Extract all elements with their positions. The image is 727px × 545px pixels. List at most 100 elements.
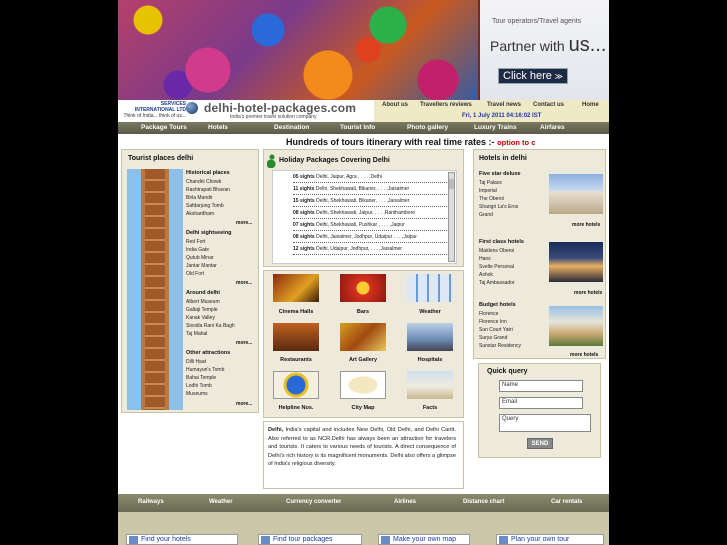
bars-icon[interactable] [340,274,386,302]
helpline-icon[interactable] [273,371,319,399]
menu-hotels[interactable]: Hotels [208,124,228,131]
hotel-link[interactable]: Florence [479,311,498,317]
bars-label[interactable]: Bars [333,309,393,315]
cinema-halls-label[interactable]: Cinema Halls [266,309,326,315]
place-link[interactable]: Qutub Minar [186,255,214,261]
name-field[interactable]: Name [499,380,583,392]
place-link[interactable]: Jantar Mantar [186,263,217,269]
bottom-weather[interactable]: Weather [209,499,233,505]
place-link[interactable]: Akshardham [186,211,214,217]
facts-icon[interactable] [407,371,453,399]
place-link[interactable]: Humayun's Tomb [186,367,224,373]
menu-package-tours[interactable]: Package Tours [141,124,187,131]
nav-about-us[interactable]: About us [382,102,408,108]
art-gallery-label[interactable]: Art Gallery [333,357,393,363]
place-link[interactable]: Old Fort [186,271,204,277]
nav-travel-news[interactable]: Travel news [487,102,521,108]
scrollbar-thumb[interactable] [449,179,454,189]
site-name[interactable]: delhi-hotel-packages.com [204,101,356,115]
weather-label[interactable]: Weather [400,309,460,315]
hospitals-label[interactable]: Hospitals [400,357,460,363]
hotel-link[interactable]: Imperial [479,188,497,194]
place-link[interactable]: Lodhi Tomb [186,383,212,389]
place-link[interactable]: Chandni Chowk [186,179,221,185]
more-hotels-link[interactable]: more hotels [570,352,598,358]
more-hotels-link[interactable]: more hotels [572,222,600,228]
holiday-row[interactable]: 12 sights Delhi, Udaipur, Jodhpur, . . .… [293,245,453,255]
place-link[interactable]: Sisodia Rani Ka Bagh [186,323,235,329]
place-link[interactable]: Rashtrapati Bhavan [186,187,230,193]
holiday-row[interactable]: 15 sights Delhi, Shekhawati, Bikaner, . … [293,197,453,207]
holiday-scrollbar[interactable] [448,172,455,262]
holiday-row[interactable]: 08 sights Delhi, Shekhawati, Jaipur, . .… [293,209,453,219]
hotel-link[interactable]: Svelte Personal [479,264,514,270]
menu-airfares[interactable]: Airfares [540,124,565,131]
more-link[interactable]: more... [236,340,252,346]
hotel-link[interactable]: Sunstar Residency [479,343,521,349]
place-link[interactable]: Birla Mandir [186,195,213,201]
place-link[interactable]: Kanak Valley [186,315,215,321]
hotel-link[interactable]: Maidens Oberoi [479,248,514,254]
hotel-link[interactable]: Surya Grand [479,335,507,341]
email-field[interactable]: Email [499,397,583,409]
bottom-currency[interactable]: Currency converter [286,499,341,505]
place-link[interactable]: Taj Mahal [186,331,207,337]
find-hotels-link[interactable]: Find your hotels [126,534,238,545]
city-map-label[interactable]: City Map [333,405,393,411]
hotel-link[interactable]: Hans [479,256,491,262]
more-link[interactable]: more... [236,280,252,286]
click-here-button[interactable]: Click here ≫ [498,68,568,84]
helpline-label[interactable]: Helpline Nos. [266,405,326,411]
hotel-link[interactable]: Sun Court Yatri [479,327,513,333]
send-button[interactable]: SEND [527,438,553,449]
five-star-hotel-photo[interactable] [549,174,603,214]
bottom-railways[interactable]: Railways [138,499,164,505]
query-field[interactable]: Query [499,414,591,432]
place-link[interactable]: Museums [186,391,208,397]
place-link[interactable]: India Gate [186,247,209,253]
marquee-ticker[interactable]: Hundreds of tours itinerary with real ti… [118,136,609,148]
more-link[interactable]: more... [236,401,252,407]
make-map-link[interactable]: Make your own map [378,534,470,545]
hotel-link[interactable]: Ashok [479,272,493,278]
hotel-link[interactable]: Taj Ambassador [479,280,515,286]
find-tours-link[interactable]: Find tour packages [258,534,362,545]
place-link[interactable]: Red Fort [186,239,205,245]
first-class-hotel-photo[interactable] [549,242,603,282]
menu-destination[interactable]: Destination [274,124,309,131]
hotel-link[interactable]: The Oberoi [479,196,504,202]
more-hotels-link[interactable]: more hotels [574,290,602,296]
hotel-link[interactable]: Shangri La's Eros [479,204,518,210]
place-link[interactable]: Galtaji Temple [186,307,218,313]
bottom-distance[interactable]: Distance chart [463,499,504,505]
hotel-link[interactable]: Grand [479,212,493,218]
menu-luxury-trains[interactable]: Luxury Trains [474,124,517,131]
nav-travellers-reviews[interactable]: Travellers reviews [420,102,472,108]
bottom-car-rentals[interactable]: Car rentals [551,499,582,505]
holiday-row[interactable]: 05 sights Delhi, Jaipur, Agra , . . . ,D… [293,173,453,183]
place-link[interactable]: Dilli Haat [186,359,206,365]
place-link[interactable]: Albert Museum [186,299,220,305]
hotel-link[interactable]: Florence Inn [479,319,507,325]
facts-label[interactable]: Facts [400,405,460,411]
holiday-row[interactable]: 11 sights Delhi, Shekhawati, Bikaner, . … [293,185,453,195]
art-gallery-icon[interactable] [340,323,386,351]
holiday-row[interactable]: 07 sights Delhi, Shekhawati, Pushkar , .… [293,221,453,231]
restaurants-icon[interactable] [273,323,319,351]
place-link[interactable]: Safdarjung Tomb [186,203,224,209]
hospitals-icon[interactable] [407,323,453,351]
hotel-link[interactable]: Taj Palace [479,180,502,186]
holiday-row[interactable]: 08 sights Delhi, Jaisalmer, Jodhpur, Uda… [293,233,453,243]
restaurants-label[interactable]: Restaurants [266,357,326,363]
nav-contact-us[interactable]: Contact us [533,102,564,108]
more-link[interactable]: more... [236,220,252,226]
nav-home[interactable]: Home [582,102,599,108]
weather-icon[interactable] [407,274,453,302]
holiday-row[interactable] [293,257,453,267]
budget-hotel-photo[interactable] [549,306,603,346]
menu-photo-gallery[interactable]: Photo gallery [407,124,448,131]
menu-tourist-info[interactable]: Tourist Info [340,124,375,131]
place-link[interactable]: Bahai Temple [186,375,216,381]
plan-tour-link[interactable]: Plan your own tour [496,534,604,545]
cinema-halls-icon[interactable] [273,274,319,302]
